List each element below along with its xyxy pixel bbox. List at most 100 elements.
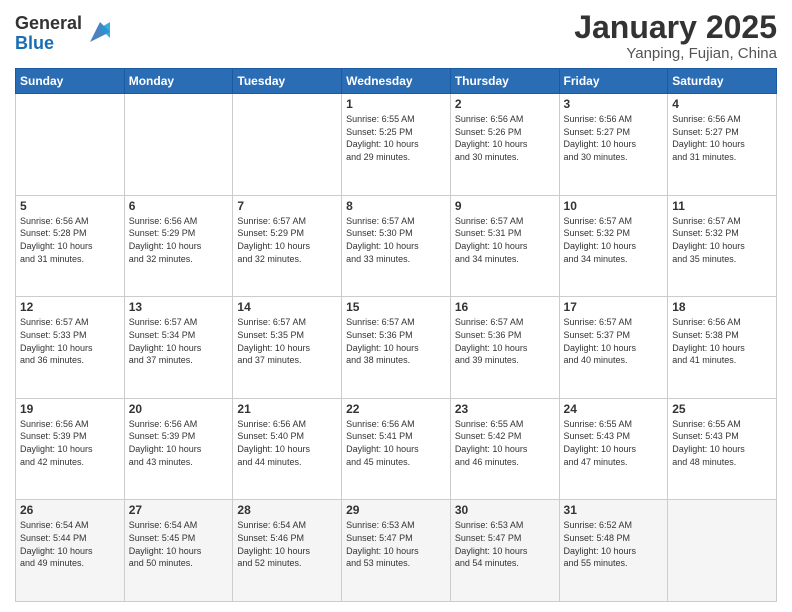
day-info: Sunrise: 6:57 AM Sunset: 5:33 PM Dayligh… [20,316,120,366]
day-number: 14 [237,300,337,314]
calendar-cell: 15 Sunrise: 6:57 AM Sunset: 5:36 PM Dayli… [342,297,451,399]
calendar-cell: 29Sunrise: 6:53 AM Sunset: 5:47 PM Dayli… [342,500,451,602]
day-number: 7 [237,199,337,213]
day-number: 11 [672,199,772,213]
day-info: Sunrise: 6:56 AM Sunset: 5:40 PM Dayligh… [237,418,337,468]
day-number: 9 [455,199,555,213]
day-number: 25 [672,402,772,416]
col-sunday: Sunday [16,69,125,94]
day-info: Sunrise: 6:56 AM Sunset: 5:26 PM Dayligh… [455,113,555,163]
calendar-cell [124,94,233,196]
day-number: 4 [672,97,772,111]
day-number: 6 [129,199,229,213]
day-info: Sunrise: 6:57 AM Sunset: 5:35 PM Dayligh… [237,316,337,366]
calendar-cell: 4 Sunrise: 6:56 AM Sunset: 5:27 PM Daylig… [668,94,777,196]
calendar-cell: 7Sunrise: 6:57 AM Sunset: 5:29 PM Daylig… [233,195,342,297]
calendar-cell: 27Sunrise: 6:54 AM Sunset: 5:45 PM Dayli… [124,500,233,602]
day-info: Sunrise: 6:57 AM Sunset: 5:37 PM Dayligh… [564,316,664,366]
calendar-cell: 30 Sunrise: 6:53 AM Sunset: 5:47 PM Dayli… [450,500,559,602]
calendar-week-5: 26 Sunrise: 6:54 AM Sunset: 5:44 PM Dayli… [16,500,777,602]
day-info: Sunrise: 6:56 AM Sunset: 5:28 PM Dayligh… [20,215,120,265]
day-number: 24 [564,402,664,416]
calendar-header: Sunday Monday Tuesday Wednesday Thursday… [16,69,777,94]
day-info: Sunrise: 6:57 AM Sunset: 5:30 PM Dayligh… [346,215,446,265]
logo-blue-text: Blue [15,34,82,54]
day-info: Sunrise: 6:57 AM Sunset: 5:34 PM Dayligh… [129,316,229,366]
col-tuesday: Tuesday [233,69,342,94]
day-number: 31 [564,503,664,517]
day-info: Sunrise: 6:56 AM Sunset: 5:29 PM Dayligh… [129,215,229,265]
day-number: 10 [564,199,664,213]
day-number: 15 [346,300,446,314]
day-info: Sunrise: 6:56 AM Sunset: 5:27 PM Dayligh… [564,113,664,163]
logo-text: General Blue [15,14,82,54]
calendar-cell: 13Sunrise: 6:57 AM Sunset: 5:34 PM Dayli… [124,297,233,399]
logo-general-text: General [15,14,82,34]
day-number: 20 [129,402,229,416]
day-number: 26 [20,503,120,517]
day-info: Sunrise: 6:54 AM Sunset: 5:45 PM Dayligh… [129,519,229,569]
calendar-cell: 5 Sunrise: 6:56 AM Sunset: 5:28 PM Daylig… [16,195,125,297]
day-info: Sunrise: 6:57 AM Sunset: 5:32 PM Dayligh… [564,215,664,265]
calendar-cell: 22Sunrise: 6:56 AM Sunset: 5:41 PM Dayli… [342,398,451,500]
logo: General Blue [15,14,114,54]
calendar-cell: 11 Sunrise: 6:57 AM Sunset: 5:32 PM Dayli… [668,195,777,297]
day-info: Sunrise: 6:57 AM Sunset: 5:36 PM Dayligh… [346,316,446,366]
day-number: 5 [20,199,120,213]
day-info: Sunrise: 6:55 AM Sunset: 5:42 PM Dayligh… [455,418,555,468]
day-info: Sunrise: 6:53 AM Sunset: 5:47 PM Dayligh… [455,519,555,569]
calendar-cell: 16Sunrise: 6:57 AM Sunset: 5:36 PM Dayli… [450,297,559,399]
calendar-cell: 20Sunrise: 6:56 AM Sunset: 5:39 PM Dayli… [124,398,233,500]
page: General Blue January 2025 Yanping, Fujia… [0,0,792,612]
day-number: 1 [346,97,446,111]
calendar-cell: 19 Sunrise: 6:56 AM Sunset: 5:39 PM Dayli… [16,398,125,500]
day-number: 23 [455,402,555,416]
calendar-cell: 23 Sunrise: 6:55 AM Sunset: 5:42 PM Dayli… [450,398,559,500]
day-info: Sunrise: 6:57 AM Sunset: 5:31 PM Dayligh… [455,215,555,265]
col-wednesday: Wednesday [342,69,451,94]
calendar-cell: 18 Sunrise: 6:56 AM Sunset: 5:38 PM Dayli… [668,297,777,399]
calendar-cell: 10 Sunrise: 6:57 AM Sunset: 5:32 PM Dayli… [559,195,668,297]
calendar-cell: 6 Sunrise: 6:56 AM Sunset: 5:29 PM Daylig… [124,195,233,297]
calendar-cell: 14 Sunrise: 6:57 AM Sunset: 5:35 PM Dayli… [233,297,342,399]
day-number: 22 [346,402,446,416]
day-info: Sunrise: 6:54 AM Sunset: 5:44 PM Dayligh… [20,519,120,569]
calendar-week-3: 12Sunrise: 6:57 AM Sunset: 5:33 PM Dayli… [16,297,777,399]
calendar-week-2: 5 Sunrise: 6:56 AM Sunset: 5:28 PM Daylig… [16,195,777,297]
calendar-cell [233,94,342,196]
calendar-cell: 12Sunrise: 6:57 AM Sunset: 5:33 PM Dayli… [16,297,125,399]
calendar-cell: 2Sunrise: 6:56 AM Sunset: 5:26 PM Daylig… [450,94,559,196]
calendar-cell: 8Sunrise: 6:57 AM Sunset: 5:30 PM Daylig… [342,195,451,297]
calendar-cell [668,500,777,602]
day-info: Sunrise: 6:56 AM Sunset: 5:38 PM Dayligh… [672,316,772,366]
day-number: 30 [455,503,555,517]
day-info: Sunrise: 6:53 AM Sunset: 5:47 PM Dayligh… [346,519,446,569]
col-friday: Friday [559,69,668,94]
day-number: 17 [564,300,664,314]
calendar-cell: 1Sunrise: 6:55 AM Sunset: 5:25 PM Daylig… [342,94,451,196]
calendar-week-1: 1Sunrise: 6:55 AM Sunset: 5:25 PM Daylig… [16,94,777,196]
day-info: Sunrise: 6:55 AM Sunset: 5:43 PM Dayligh… [672,418,772,468]
calendar-cell: 25 Sunrise: 6:55 AM Sunset: 5:43 PM Dayli… [668,398,777,500]
day-number: 3 [564,97,664,111]
month-title: January 2025 [574,10,777,45]
calendar-cell [16,94,125,196]
header: General Blue January 2025 Yanping, Fujia… [15,10,777,62]
day-number: 28 [237,503,337,517]
day-number: 19 [20,402,120,416]
day-number: 16 [455,300,555,314]
day-number: 21 [237,402,337,416]
col-thursday: Thursday [450,69,559,94]
day-info: Sunrise: 6:54 AM Sunset: 5:46 PM Dayligh… [237,519,337,569]
day-info: Sunrise: 6:57 AM Sunset: 5:32 PM Dayligh… [672,215,772,265]
day-number: 18 [672,300,772,314]
day-info: Sunrise: 6:56 AM Sunset: 5:27 PM Dayligh… [672,113,772,163]
logo-icon [86,18,114,46]
calendar-cell: 24 Sunrise: 6:55 AM Sunset: 5:43 PM Dayli… [559,398,668,500]
calendar-week-4: 19 Sunrise: 6:56 AM Sunset: 5:39 PM Dayli… [16,398,777,500]
calendar-cell: 26 Sunrise: 6:54 AM Sunset: 5:44 PM Dayli… [16,500,125,602]
day-info: Sunrise: 6:56 AM Sunset: 5:39 PM Dayligh… [20,418,120,468]
day-info: Sunrise: 6:55 AM Sunset: 5:43 PM Dayligh… [564,418,664,468]
calendar-body: 1Sunrise: 6:55 AM Sunset: 5:25 PM Daylig… [16,94,777,602]
title-area: January 2025 Yanping, Fujian, China [574,10,777,62]
